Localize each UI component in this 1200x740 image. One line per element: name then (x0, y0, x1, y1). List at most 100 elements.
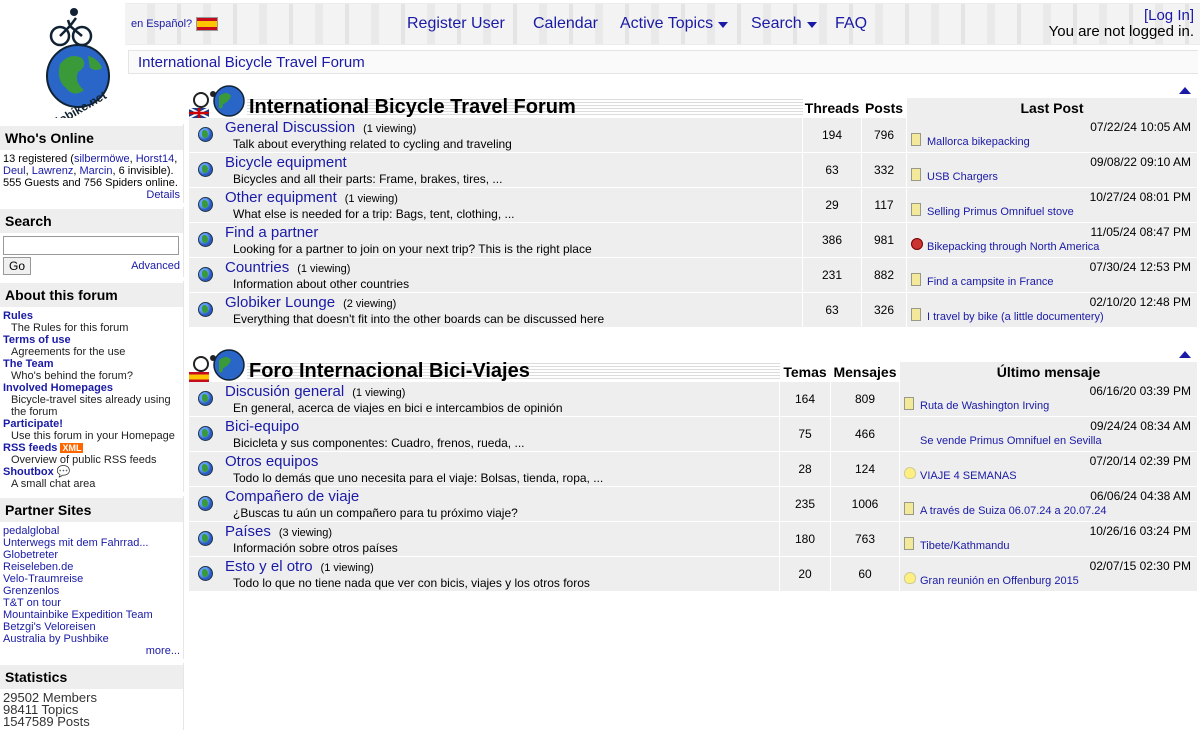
partner-link[interactable]: Globetreter (3, 549, 58, 561)
last-post-topic-link[interactable]: Find a campsite in France (927, 276, 1054, 288)
globike-logo[interactable]: globike.net (38, 6, 120, 118)
forum-row: Bici-equipo Bicicleta y sus componentes: … (189, 417, 1197, 452)
partner-link[interactable]: Grenzenlos (3, 585, 59, 597)
last-post-topic-link[interactable]: Gran reunión en Offenburg 2015 (920, 575, 1079, 587)
spain-flag-icon[interactable] (196, 17, 219, 31)
partner-link[interactable]: Unterwegs mit dem Fahrrad... (3, 537, 149, 549)
register-user-link[interactable]: Register User (407, 15, 505, 33)
online-user[interactable]: silbermöwe (74, 153, 130, 165)
xml-badge-icon[interactable]: XML (60, 443, 84, 454)
last-post-cell: 09/24/24 08:34 AM Se vende Primus Omnifue… (900, 417, 1197, 451)
statistics-box: Statistics 29502 Members 98411 Topics 15… (0, 663, 184, 730)
last-post-header: Last Post (907, 98, 1197, 118)
forum-name-link[interactable]: Compañero de viaje (225, 488, 359, 505)
team-link[interactable]: The Team (3, 358, 54, 370)
thread-count: 63 (803, 293, 861, 327)
faq-link[interactable]: FAQ (835, 15, 867, 33)
chevron-down-icon[interactable] (806, 22, 817, 28)
thread-count: 231 (803, 258, 861, 292)
login-link[interactable]: [Log In] (1144, 7, 1194, 24)
more-partners-link[interactable]: more... (146, 645, 180, 657)
last-post-cell: 07/22/24 10:05 AM Mallorca bikepacking (907, 118, 1197, 152)
last-post-topic-link[interactable]: Se vende Primus Omnifuel en Sevilla (920, 435, 1102, 447)
rules-desc: The Rules for this forum (11, 322, 129, 334)
active-topics-menu[interactable]: Active Topics (620, 15, 729, 33)
forum-main-cell: Other equipment (1 viewing) What else is n… (189, 188, 802, 222)
online-user[interactable]: Lawrenz (32, 165, 74, 177)
advanced-search-link[interactable]: Advanced (131, 260, 180, 272)
partner-link[interactable]: Velo-Traumreise (3, 573, 83, 585)
globe-icon (198, 496, 213, 511)
rss-link[interactable]: RSS feeds (3, 442, 57, 454)
forum-name-link[interactable]: Países (225, 523, 271, 540)
forum-description: Information about other countries (233, 277, 410, 291)
language-switch[interactable]: en Español? (131, 17, 219, 31)
search-input[interactable] (3, 236, 179, 255)
sidebar: Who's Online 13 registered (silbermöwe, … (0, 124, 184, 734)
terms-link[interactable]: Terms of use (3, 334, 71, 346)
participate-link[interactable]: Participate! (3, 418, 63, 430)
last-post-topic-link[interactable]: Tibete/Kathmandu (920, 540, 1009, 552)
details-link[interactable]: Details (146, 189, 180, 201)
go-button[interactable]: Go (3, 257, 32, 275)
thread-count: 235 (780, 487, 830, 521)
topic-note-icon (911, 168, 921, 181)
partner-link[interactable]: T&T on tour (3, 597, 61, 609)
chevron-down-icon[interactable] (718, 22, 729, 28)
last-post-topic-link[interactable]: Selling Primus Omnifuel stove (927, 206, 1074, 218)
whos-online-title: Who's Online (0, 124, 183, 150)
last-post-topic-link[interactable]: Ruta de Washington Irving (920, 400, 1049, 412)
forum-name-link[interactable]: Esto y el otro (225, 558, 313, 575)
forum-description: Todo lo que no tiene nada que ver con bi… (233, 576, 590, 590)
viewing-count: (1 viewing) (363, 123, 417, 135)
last-post-date: 10/27/24 08:01 PM (1089, 190, 1191, 204)
forum-main-cell: Bici-equipo Bicicleta y sus componentes: … (189, 417, 779, 451)
last-post-topic-link[interactable]: USB Chargers (927, 171, 998, 183)
forum-name-link[interactable]: Discusión general (225, 383, 344, 400)
forum-name-link[interactable]: Countries (225, 259, 289, 276)
partner-link[interactable]: Betzgi's Veloreisen (3, 621, 96, 633)
online-user[interactable]: Horst14 (136, 153, 175, 165)
partner-link[interactable]: pedalglobal (3, 525, 59, 537)
active-topics-link[interactable]: Active Topics (620, 15, 713, 33)
online-user[interactable]: Deul (3, 165, 26, 177)
last-post-topic-link[interactable]: Mallorca bikepacking (927, 136, 1030, 148)
search-box: Search Go Advanced (0, 207, 184, 277)
forum-main-cell: General Discussion (1 viewing) Talk about … (189, 118, 802, 152)
forum-name-link[interactable]: Globiker Lounge (225, 294, 335, 311)
last-post-topic-link[interactable]: VIAJE 4 SEMANAS (920, 470, 1017, 482)
partner-link[interactable]: Mountainbike Expedition Team (3, 609, 153, 621)
search-link[interactable]: Search (751, 15, 802, 33)
forum-name-link[interactable]: Bicycle equipment (225, 154, 347, 171)
calendar-link[interactable]: Calendar (533, 15, 598, 33)
rules-link[interactable]: Rules (3, 310, 33, 322)
lightbulb-icon (904, 572, 916, 584)
post-count: 326 (862, 293, 906, 327)
spanish-link[interactable]: en Español? (131, 18, 192, 30)
shoutbox-link[interactable]: Shoutbox (3, 466, 54, 478)
post-count: 332 (862, 153, 906, 187)
forum-name-link[interactable]: General Discussion (225, 119, 355, 136)
last-post-date: 11/05/24 08:47 PM (1090, 225, 1191, 239)
topic-note-icon (911, 273, 921, 286)
partner-sites-title: Partner Sites (0, 496, 183, 522)
forum-name-link[interactable]: Other equipment (225, 189, 337, 206)
last-post-topic-link[interactable]: Bikepacking through North America (927, 241, 1099, 253)
forum-name-link[interactable]: Otros equipos (225, 453, 318, 470)
forum-name-link[interactable]: Bici-equipo (225, 418, 299, 435)
forum-main-cell: Find a partner Looking for a partner to j… (189, 223, 802, 257)
search-menu[interactable]: Search (751, 15, 817, 33)
partner-link[interactable]: Australia by Pushbike (3, 633, 109, 645)
breadcrumb-forum-link[interactable]: International Bicycle Travel Forum (138, 54, 365, 71)
partner-link[interactable]: Reiseleben.de (3, 561, 73, 573)
last-post-cell: 10/27/24 08:01 PM Selling Primus Omnifuel… (907, 188, 1197, 222)
globe-icon (198, 162, 213, 177)
thread-count: 180 (780, 522, 830, 556)
online-user[interactable]: Marcin (79, 165, 112, 177)
forum-name-link[interactable]: Find a partner (225, 224, 318, 241)
last-post-topic-link[interactable]: A través de Suiza 06.07.24 a 20.07.24 (920, 505, 1107, 517)
homepages-link[interactable]: Involved Homepages (3, 382, 113, 394)
login-area: [Log In] You are not logged in. (1049, 8, 1194, 40)
last-post-topic-link[interactable]: I travel by bike (a little documentery) (927, 311, 1104, 323)
participate-desc: Use this forum in your Homepage (11, 430, 175, 442)
